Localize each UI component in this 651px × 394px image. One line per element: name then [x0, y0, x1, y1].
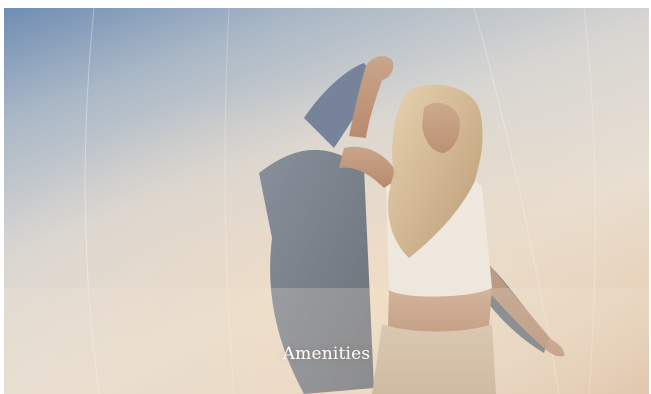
hero-image [4, 8, 649, 394]
hero-banner: Amenities [4, 8, 649, 394]
amenities-caption[interactable]: Amenities [4, 344, 649, 364]
